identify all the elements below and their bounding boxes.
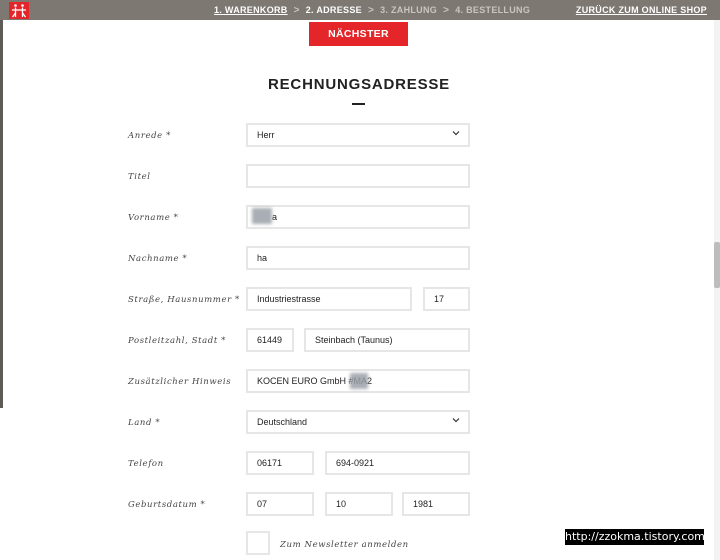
country-select[interactable]: Deutschland xyxy=(246,410,470,434)
birth-year-field[interactable]: 1981 xyxy=(402,492,470,516)
phone-label: Telefon xyxy=(128,459,164,469)
birthdate-label: Geburtsdatum * xyxy=(128,500,206,510)
birth-month-field[interactable]: 10 xyxy=(325,492,393,516)
last-name-value: ha xyxy=(257,253,268,263)
page-title: RECHNUNGSADRESSE xyxy=(268,76,450,93)
phone-number-field[interactable]: 694-0921 xyxy=(325,451,470,475)
step-separator: > xyxy=(367,4,375,16)
salutation-label: Anrede * xyxy=(128,131,171,141)
title-field[interactable] xyxy=(246,164,470,188)
birth-day-value: 07 xyxy=(257,499,268,509)
first-name-value: a xyxy=(272,212,278,222)
next-step-button[interactable]: NÄCHSTER SCHRITT xyxy=(309,22,408,64)
city-field[interactable]: Steinbach (Taunus) xyxy=(304,328,470,352)
birth-year-value: 1981 xyxy=(413,499,434,509)
last-name-label: Nachname * xyxy=(128,254,188,264)
birth-day-field[interactable]: 07 xyxy=(246,492,314,516)
checkout-steps: 1. WARENKORB > 2. ADRESSE > 3. ZAHLUNG >… xyxy=(214,0,530,20)
postcode-value: 61449 xyxy=(257,335,283,345)
heading-divider xyxy=(352,103,365,105)
first-name-field[interactable]: a xyxy=(246,205,470,229)
step-order: 4. BESTELLUNG xyxy=(455,5,531,15)
first-name-label: Vorname * xyxy=(128,213,179,223)
phone-prefix-value: 06171 xyxy=(257,458,283,468)
step-separator: > xyxy=(293,4,300,16)
back-to-shop-link[interactable]: ZURÜCK ZUM ONLINE SHOP xyxy=(576,0,707,20)
redacted-blur xyxy=(252,208,272,224)
phone-number-value: 694-0921 xyxy=(336,458,375,468)
city-value: Steinbach (Taunus) xyxy=(315,335,393,345)
country-value: Deutschland xyxy=(257,417,308,427)
checkout-header: 1. WARENKORB > 2. ADRESSE > 3. ZAHLUNG >… xyxy=(0,0,720,20)
house-number-field[interactable]: 17 xyxy=(423,287,470,311)
additional-info-label: Zusätzlicher Hinweis xyxy=(128,377,232,387)
street-label: Straße, Hausnummer * xyxy=(128,295,240,305)
street-value: Industriestrasse xyxy=(257,294,321,304)
step-cart[interactable]: 1. WARENKORB xyxy=(214,5,288,15)
street-field[interactable]: Industriestrasse xyxy=(246,287,412,311)
salutation-select[interactable]: Herr xyxy=(246,123,470,147)
scrollbar[interactable] xyxy=(714,20,720,560)
brand-logo-icon[interactable] xyxy=(9,2,29,19)
step-payment: 3. ZAHLUNG xyxy=(380,5,438,15)
country-label: Land * xyxy=(128,418,161,428)
step-address: 2. ADRESSE xyxy=(305,5,362,15)
scrollbar-thumb[interactable] xyxy=(714,242,720,288)
phone-prefix-field[interactable]: 06171 xyxy=(246,451,314,475)
postcode-field[interactable]: 61449 xyxy=(246,328,294,352)
step-separator: > xyxy=(443,4,450,16)
title-label: Titel xyxy=(128,172,151,182)
house-number-value: 17 xyxy=(434,294,445,304)
chevron-down-icon xyxy=(452,131,460,136)
redacted-blur xyxy=(350,373,368,389)
watermark-url: http://zzokma.tistory.com xyxy=(565,529,705,545)
newsletter-checkbox[interactable] xyxy=(246,531,270,555)
chevron-down-icon xyxy=(452,418,460,423)
last-name-field[interactable]: ha xyxy=(246,246,470,270)
newsletter-label[interactable]: Zum Newsletter anmelden xyxy=(280,540,409,550)
salutation-value: Herr xyxy=(257,130,275,140)
birth-month-value: 10 xyxy=(336,499,347,509)
postcode-city-label: Postleitzahl, Stadt * xyxy=(128,336,227,346)
